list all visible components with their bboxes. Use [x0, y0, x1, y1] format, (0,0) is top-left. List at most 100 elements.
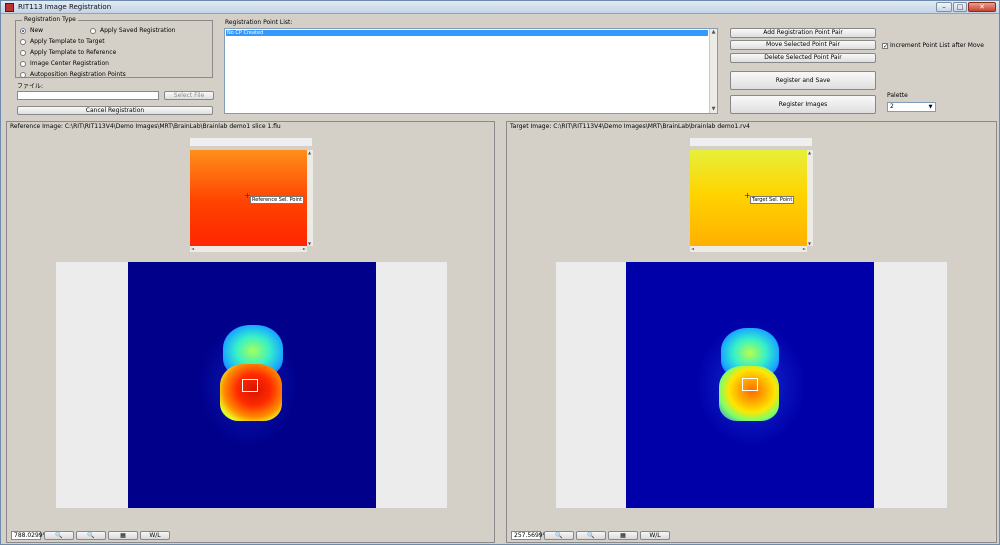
radio-autoposition-registration-points[interactable]: Autoposition Registration Points — [20, 71, 126, 78]
registration-type-group: Registration Type New Apply Saved Regist… — [15, 16, 213, 78]
chevron-down-icon: ▼ — [928, 104, 933, 110]
radio-unselected-icon — [20, 49, 26, 56]
window-level-button[interactable]: W/L — [140, 531, 170, 540]
radio-apply-template-to-reference[interactable]: Apply Template to Reference — [20, 49, 116, 56]
scroll-left-icon[interactable]: ◄ — [191, 246, 194, 251]
minimize-button[interactable]: – — [936, 2, 952, 12]
zoom-in-button[interactable]: 🔍 — [544, 531, 574, 540]
scroll-down-icon[interactable]: ▼ — [308, 241, 311, 246]
select-file-button[interactable]: Select File — [164, 91, 214, 100]
palette-button[interactable]: ▦ — [608, 531, 638, 540]
title-bar: RIT113 Image Registration – □ ✕ — [1, 1, 999, 14]
reference-image-path: Reference Image: C:\RIT\RIT113V4\Demo Im… — [10, 123, 281, 130]
zoom-out-button[interactable]: 🔍 — [76, 531, 106, 540]
scroll-right-icon[interactable]: ► — [303, 246, 306, 251]
target-toolbar: 257.5699% 🔍 🔍 ▦ W/L — [511, 531, 691, 541]
radio-new[interactable]: New — [20, 27, 43, 34]
radio-label: Apply Template to Reference — [30, 49, 117, 56]
radio-label: Apply Saved Registration — [100, 27, 176, 34]
radio-unselected-icon — [20, 71, 26, 78]
target-zoom-field[interactable]: 257.5699% — [511, 531, 548, 540]
reference-thumbnail[interactable]: + Reference Sel. Point ▲ ▼ ◄ ► — [190, 138, 314, 254]
reference-thumbnail-image[interactable]: + Reference Sel. Point — [190, 150, 307, 246]
palette-icon: ▦ — [620, 532, 626, 539]
zoom-in-button[interactable]: 🔍 — [44, 531, 74, 540]
radio-unselected-icon — [90, 27, 96, 34]
list-item[interactable]: No CP Created — [226, 30, 708, 36]
move-point-pair-button[interactable]: Move Selected Point Pair — [730, 40, 876, 50]
reference-toolbar: 788.0299% 🔍 🔍 ▦ W/L — [11, 531, 191, 541]
close-button[interactable]: ✕ — [968, 2, 996, 12]
app-window: RIT113 Image Registration – □ ✕ Registra… — [0, 0, 1000, 545]
palette-value: 2 — [890, 103, 894, 110]
target-thumbnail[interactable]: + Target Sel. Point ▲ ▼ ◄ ► — [690, 138, 814, 254]
thumbnail-horizontal-scrollbar[interactable]: ◄ ► — [190, 246, 307, 252]
zoom-out-icon: 🔍 — [587, 532, 595, 539]
check-icon: ✓ — [882, 42, 889, 50]
radio-apply-template-to-target[interactable]: Apply Template to Target — [20, 38, 105, 45]
scroll-right-icon[interactable]: ► — [803, 246, 806, 251]
scan-lower-region — [719, 366, 779, 421]
palette-label: Palette — [887, 92, 908, 99]
target-sel-point-label: Target Sel. Point — [750, 196, 795, 204]
reference-image-panel: Reference Image: C:\RIT\RIT113V4\Demo Im… — [6, 121, 495, 543]
scroll-left-icon[interactable]: ◄ — [691, 246, 694, 251]
increment-point-list-checkbox[interactable]: ✓ Increment Point List after Move — [882, 42, 984, 49]
delete-point-pair-button[interactable]: Delete Selected Point Pair — [730, 53, 876, 63]
radio-unselected-icon — [20, 38, 26, 45]
scroll-up-icon[interactable]: ▲ — [710, 29, 717, 36]
app-icon — [5, 3, 14, 12]
target-scan-image[interactable] — [626, 262, 874, 508]
increment-label: Increment Point List after Move — [890, 42, 984, 49]
radio-label: Autoposition Registration Points — [30, 71, 126, 78]
point-list-label: Registration Point List: — [225, 19, 293, 26]
target-thumbnail-image[interactable]: + Target Sel. Point — [690, 150, 807, 246]
thumbnail-vertical-scrollbar[interactable]: ▲ ▼ — [307, 150, 313, 246]
client-area: Registration Type New Apply Saved Regist… — [1, 14, 999, 544]
file-label: ファイル: — [17, 83, 44, 90]
target-image-panel: Target Image: C:\RIT\RIT113V4\Demo Image… — [506, 121, 997, 543]
radio-label: Image Center Registration — [30, 60, 109, 67]
selection-box[interactable] — [742, 378, 758, 391]
palette-icon: ▦ — [120, 532, 126, 539]
scroll-up-icon[interactable]: ▲ — [808, 150, 811, 155]
radio-unselected-icon — [20, 60, 26, 67]
zoom-out-icon: 🔍 — [87, 532, 95, 539]
selection-box[interactable] — [242, 379, 258, 392]
target-image-path: Target Image: C:\RIT\RIT113V4\Demo Image… — [510, 123, 750, 130]
zoom-out-button[interactable]: 🔍 — [576, 531, 606, 540]
radio-selected-icon — [20, 27, 26, 34]
thumbnail-header — [690, 138, 812, 146]
list-scrollbar[interactable]: ▲ ▼ — [709, 29, 717, 113]
scroll-up-icon[interactable]: ▲ — [308, 150, 311, 155]
reference-sel-point-label: Reference Sel. Point — [250, 196, 304, 204]
palette-select[interactable]: 2 ▼ — [887, 102, 936, 112]
register-and-save-button[interactable]: Register and Save — [730, 71, 876, 90]
registration-point-list[interactable]: No CP Created ▲ ▼ — [224, 28, 718, 114]
zoom-in-icon: 🔍 — [55, 532, 63, 539]
scroll-down-icon[interactable]: ▼ — [710, 106, 717, 113]
thumbnail-horizontal-scrollbar[interactable]: ◄ ► — [690, 246, 807, 252]
register-images-button[interactable]: Register Images — [730, 95, 876, 114]
window-level-button[interactable]: W/L — [640, 531, 670, 540]
file-path-field[interactable] — [17, 91, 159, 100]
cancel-registration-button[interactable]: Cancel Registration — [17, 106, 213, 115]
radio-image-center-registration[interactable]: Image Center Registration — [20, 60, 109, 67]
window-title: RIT113 Image Registration — [18, 3, 112, 11]
reference-canvas[interactable] — [56, 262, 447, 508]
registration-type-legend: Registration Type — [22, 16, 78, 23]
reference-scan-image[interactable] — [128, 262, 376, 508]
add-point-pair-button[interactable]: Add Registration Point Pair — [730, 28, 876, 38]
palette-button[interactable]: ▦ — [108, 531, 138, 540]
radio-label: Apply Template to Target — [30, 38, 105, 45]
maximize-button[interactable]: □ — [953, 2, 967, 12]
scroll-down-icon[interactable]: ▼ — [808, 241, 811, 246]
reference-zoom-field[interactable]: 788.0299% — [11, 531, 48, 540]
scan-lower-region — [220, 364, 282, 421]
radio-apply-saved-registration[interactable]: Apply Saved Registration — [90, 27, 175, 34]
zoom-in-icon: 🔍 — [555, 532, 563, 539]
target-canvas[interactable] — [556, 262, 947, 508]
thumbnail-header — [190, 138, 312, 146]
radio-label: New — [30, 27, 44, 34]
thumbnail-vertical-scrollbar[interactable]: ▲ ▼ — [807, 150, 813, 246]
